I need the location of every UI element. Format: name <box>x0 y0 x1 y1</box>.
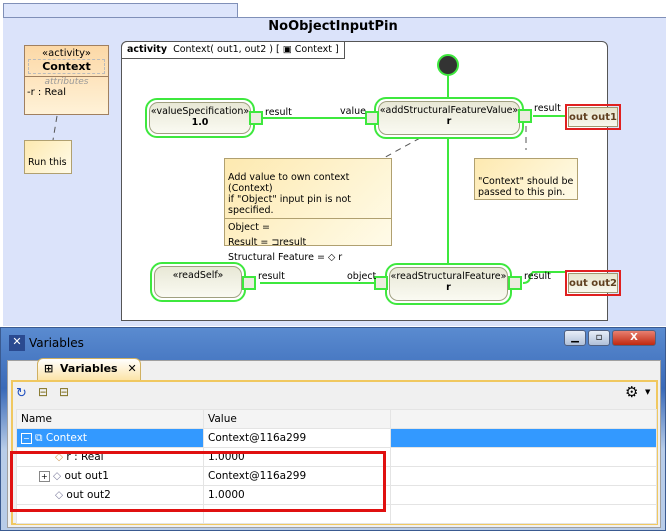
row-name: Context <box>45 431 88 444</box>
action-stereotype: «valueSpecification» <box>150 106 250 117</box>
action-value: 1.0 <box>191 117 209 128</box>
action-stereotype: «readStructuralFeature» <box>390 271 507 282</box>
column-filler <box>390 409 657 429</box>
chevron-down-icon[interactable]: ▼ <box>645 388 650 396</box>
initial-node[interactable] <box>437 54 459 76</box>
note-result: Result = <box>228 237 269 248</box>
tab-close-icon[interactable]: ✕ <box>127 362 136 375</box>
property-icon: ◇ <box>327 252 336 263</box>
table-row[interactable]: − ⧉ Context Context@116a299 <box>16 428 657 448</box>
action-read-self[interactable]: «readSelf» <box>150 262 246 302</box>
class-stereotype: «activity» <box>42 48 91 59</box>
note-text: Run this <box>28 157 67 168</box>
class-icon: ⧉ <box>35 431 43 444</box>
tab-variables[interactable]: ⊞ Variables ✕ <box>37 358 141 380</box>
action-add-structural-feature-value[interactable]: «addStructuralFeatureValue» r <box>374 97 524 139</box>
parameter-label: out out1 <box>568 107 618 127</box>
column-value[interactable]: Value <box>203 409 391 429</box>
output-parameter-out1[interactable]: out out1 <box>565 104 621 130</box>
note-run-this[interactable]: Run this <box>24 140 72 174</box>
gear-icon[interactable]: ⚙ <box>625 383 638 401</box>
action-feature: r <box>446 116 452 127</box>
note-object: Object = <box>228 222 270 233</box>
action-stereotype: «addStructuralFeatureValue» <box>379 105 519 116</box>
output-parameter-out2[interactable]: out out2 <box>565 270 621 296</box>
tab-label: Variables <box>60 362 118 375</box>
class-attribute: -r : Real <box>27 87 67 98</box>
pin-label: result <box>534 103 561 114</box>
pin-result[interactable] <box>508 276 522 290</box>
action-value-specification[interactable]: «valueSpecification» 1.0 <box>145 98 255 138</box>
parameter-label: out out2 <box>568 273 618 293</box>
note-line: Add value to own context (Context) <box>228 172 350 194</box>
note-line: passed to this pin. <box>478 187 566 198</box>
pin-value[interactable] <box>365 111 379 125</box>
note-add-value[interactable]: Add value to own context (Context) if "Ob… <box>224 158 392 263</box>
note-feature-value: r <box>338 252 343 263</box>
refresh-icon[interactable]: ↻ <box>16 386 27 401</box>
pin-label: result <box>258 271 285 282</box>
anchor-line <box>52 115 58 141</box>
collapse-icon[interactable]: − <box>21 432 32 444</box>
column-name[interactable]: Name <box>16 409 204 429</box>
pin-result[interactable] <box>242 276 256 290</box>
pin-label: result <box>265 107 292 118</box>
action-read-structural-feature[interactable]: «readStructuralFeature» r <box>385 263 512 305</box>
action-feature: r <box>446 282 451 293</box>
class-section-label: attributes <box>25 76 108 87</box>
note-result-value: result <box>279 237 307 248</box>
pin-result[interactable] <box>518 109 532 123</box>
row-value: Context@116a299 <box>203 428 391 448</box>
close-button[interactable]: X <box>612 330 656 346</box>
note-context[interactable]: "Context" should be passed to this pin. <box>474 158 578 200</box>
diagram-area: NoObjectInputPin activity Context( out1,… <box>0 0 666 326</box>
pin-label: object <box>347 271 377 282</box>
class-name: Context <box>28 59 105 74</box>
expand-all-icon[interactable]: ⊟ <box>38 385 48 399</box>
highlight-box <box>10 451 386 512</box>
note-line: if "Object" input pin is not specified. <box>228 194 352 216</box>
action-stereotype: «readSelf» <box>172 270 224 281</box>
maximize-button[interactable]: ▫ <box>588 330 610 346</box>
anchor-line <box>379 137 421 161</box>
app-icon: ✕ <box>9 335 25 351</box>
window-title: Variables <box>29 336 84 350</box>
note-feature: Structural Feature = <box>228 252 325 263</box>
pin-label: result <box>524 271 551 282</box>
tree-icon: ⊞ <box>44 362 54 375</box>
collapse-all-icon[interactable]: ⊟ <box>59 385 69 399</box>
activity-class-box[interactable]: «activity» Context attributes -r : Real <box>24 45 109 115</box>
minimize-button[interactable]: ▁ <box>564 330 586 346</box>
pin-result[interactable] <box>249 111 263 125</box>
note-line: "Context" should be <box>478 176 574 187</box>
pin-label: value <box>340 106 366 117</box>
